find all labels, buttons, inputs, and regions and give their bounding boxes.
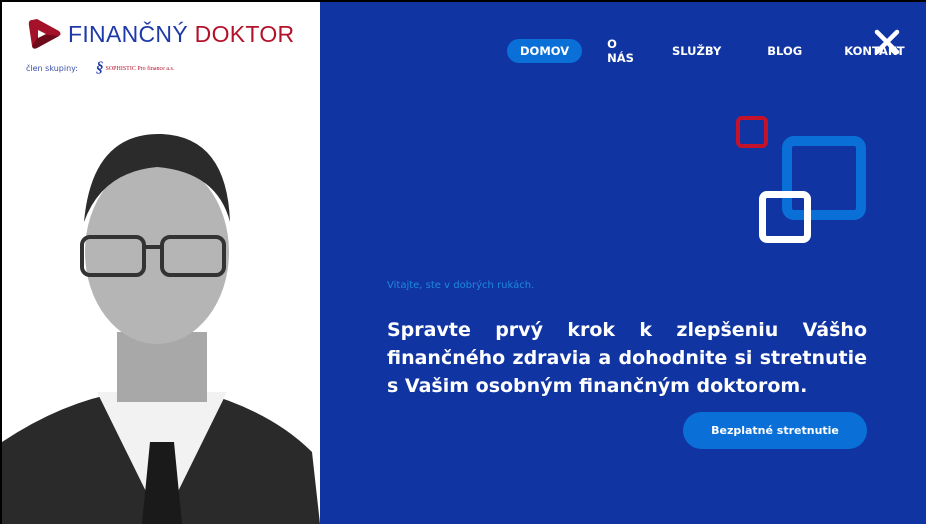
advisor-photo xyxy=(2,112,320,524)
member-label: člen skupiny: xyxy=(26,64,78,73)
hero-headline: Spravte prvý krok k zlepšeniu Vášho fina… xyxy=(387,319,867,397)
hero-section: DOMOV O NÁS SLUŽBY BLOG KONTAKT Vitajte,… xyxy=(320,2,926,524)
left-panel: FINANČNÝ DOKTOR člen skupiny: § SOPHISTIC… xyxy=(2,2,320,524)
free-meeting-button[interactable]: Bezplatné stretnutie xyxy=(683,412,867,449)
brand-name-1: FINANČNÝ xyxy=(68,20,188,47)
nav-blog[interactable]: BLOG xyxy=(754,39,815,63)
nav-domov[interactable]: DOMOV xyxy=(507,39,583,63)
close-icon[interactable] xyxy=(874,29,900,55)
logo[interactable]: FINANČNÝ DOKTOR xyxy=(26,16,294,52)
brand-name-2: DOKTOR xyxy=(194,20,295,47)
decor-square-red xyxy=(736,116,768,148)
hero-tagline: Vitajte, ste v dobrých rukách. xyxy=(387,280,535,291)
partner-logo[interactable]: § SOPHISTIC Pro finance a.s. xyxy=(96,60,174,77)
member-of-group: člen skupiny: § SOPHISTIC Pro finance a.s… xyxy=(26,60,174,77)
decor-square-white xyxy=(759,191,811,243)
logo-play-icon xyxy=(28,19,61,49)
nav-o-nas[interactable]: O NÁS xyxy=(594,32,647,70)
main-nav: DOMOV O NÁS SLUŽBY BLOG KONTAKT xyxy=(507,32,926,70)
nav-sluzby[interactable]: SLUŽBY xyxy=(659,39,734,63)
